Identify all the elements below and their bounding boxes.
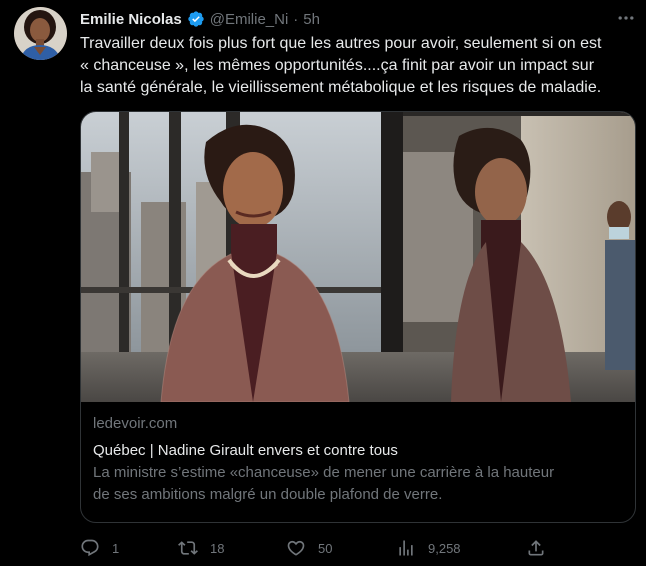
reply-icon — [81, 539, 99, 557]
views-button[interactable]: 9,258 — [396, 537, 461, 559]
avatar-portrait — [14, 7, 67, 60]
tweet-text-line: « chanceuse », les mêmes opportunités...… — [80, 57, 595, 74]
like-button[interactable]: 50 — [286, 537, 332, 559]
retweet-icon — [178, 541, 198, 555]
link-card-domain: ledevoir.com — [93, 415, 178, 432]
tweet-text: Travailler deux fois plus fort que les a… — [80, 33, 636, 99]
verified-badge-icon — [187, 10, 205, 28]
heart-icon — [287, 540, 305, 556]
link-card-description-line: de ses ambitions malgré un double plafon… — [93, 486, 443, 503]
article-photo — [81, 112, 635, 402]
retweet-button[interactable]: 18 — [178, 537, 224, 559]
author-name[interactable]: Emilie Nicolas — [80, 11, 182, 28]
views-count: 9,258 — [428, 540, 461, 556]
tweet-header: Emilie Nicolas @Emilie_Ni · 5h — [80, 9, 320, 29]
link-card-description: La ministre s’estime «chanceuse» de mene… — [93, 462, 633, 506]
more-icon — [618, 16, 634, 20]
share-button[interactable] — [526, 537, 546, 559]
tweet: Emilie Nicolas @Emilie_Ni · 5h Travaille… — [0, 0, 646, 566]
action-bar: 1 18 50 9,258 — [80, 537, 550, 559]
separator-dot: · — [293, 10, 299, 28]
like-count: 50 — [318, 540, 333, 556]
link-card-title: Québec | Nadine Girault envers et contre… — [93, 442, 398, 459]
reply-button[interactable]: 1 — [80, 537, 119, 559]
more-button[interactable] — [614, 8, 638, 28]
tweet-text-line: la santé générale, le vieillissement mét… — [80, 79, 602, 96]
timestamp[interactable]: 5h — [303, 11, 320, 28]
share-icon — [528, 540, 544, 556]
tweet-text-line: Travailler deux fois plus fort que les a… — [80, 35, 602, 52]
avatar[interactable] — [14, 7, 67, 60]
link-card[interactable]: ledevoir.com Québec | Nadine Girault env… — [80, 111, 636, 523]
author-handle[interactable]: @Emilie_Ni — [210, 11, 289, 28]
views-icon — [399, 540, 413, 556]
retweet-count: 18 — [210, 540, 225, 556]
link-card-body: ledevoir.com Québec | Nadine Girault env… — [93, 413, 633, 506]
reply-count: 1 — [112, 540, 120, 556]
link-card-image[interactable] — [81, 112, 635, 402]
link-card-description-line: La ministre s’estime «chanceuse» de mene… — [93, 464, 555, 481]
